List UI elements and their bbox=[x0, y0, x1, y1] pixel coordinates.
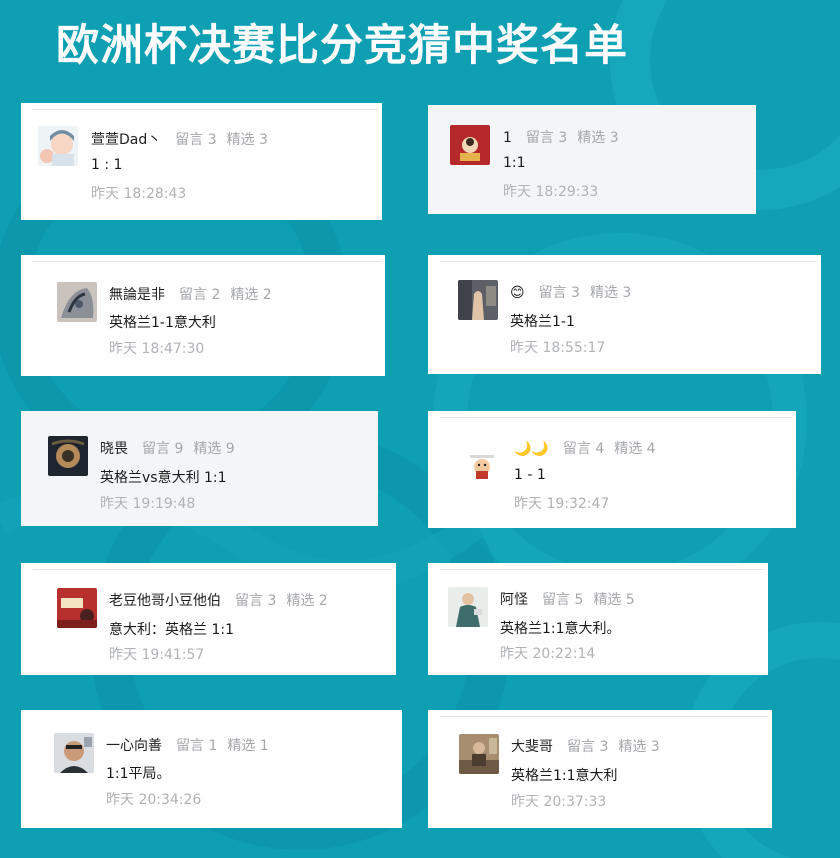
username: 一心向善 bbox=[106, 738, 162, 754]
timestamp: 昨天 20:37:33 bbox=[511, 794, 607, 810]
sticker-avatar bbox=[462, 447, 502, 487]
comment-text: 意大利：英格兰 1:1 bbox=[109, 622, 234, 638]
comment-text: 英格兰1-1 bbox=[510, 314, 575, 330]
username: 無論是非 bbox=[109, 287, 165, 303]
username: 1 bbox=[503, 130, 512, 146]
painting-avatar bbox=[48, 436, 88, 476]
winner-card: 1 留言 3 精选 3 1:1 昨天 18:29:33 bbox=[428, 105, 756, 214]
comment-count: 留言 4 bbox=[562, 441, 605, 457]
comment-text: 英格兰1:1意大利 bbox=[511, 768, 618, 784]
featured-count: 精选 4 bbox=[614, 441, 656, 457]
winner-card: 一心向善 留言 1 精选 1 1:1平局。 昨天 20:34:26 bbox=[21, 710, 402, 828]
username: 老豆他哥小豆他伯 bbox=[109, 593, 221, 609]
comment-count: 留言 3 bbox=[525, 130, 568, 146]
featured-count: 精选 1 bbox=[227, 738, 269, 754]
timestamp: 昨天 18:55:17 bbox=[510, 340, 606, 356]
username: 阿怪 bbox=[500, 592, 528, 608]
comment-text: 1 - 1 bbox=[514, 467, 546, 483]
comment-count: 留言 2 bbox=[179, 287, 221, 303]
username: 萱萱Dad丶 bbox=[91, 132, 162, 148]
comment-text: 英格兰1-1意大利 bbox=[109, 315, 216, 331]
tattoo-avatar bbox=[57, 282, 97, 322]
timestamp: 昨天 20:22:14 bbox=[500, 646, 596, 662]
comment-count: 留言 5 bbox=[542, 592, 584, 608]
username: 😊 bbox=[510, 285, 525, 301]
featured-count: 精选 3 bbox=[577, 130, 619, 146]
timestamp: 昨天 18:29:33 bbox=[503, 184, 599, 200]
comment-count: 留言 3 bbox=[175, 132, 217, 148]
poster-avatar bbox=[57, 588, 97, 628]
comment-count: 留言 3 bbox=[567, 739, 609, 755]
winner-card: 大斐哥 留言 3 精选 3 英格兰1:1意大利 昨天 20:37:33 bbox=[428, 710, 772, 828]
selfie-avatar bbox=[54, 733, 94, 773]
username: 🌙🌙 bbox=[514, 441, 549, 457]
comment-count: 留言 3 bbox=[235, 593, 277, 609]
winner-card: 晓畏 留言 9 精选 9 英格兰vs意大利 1:1 昨天 19:19:48 bbox=[21, 411, 378, 526]
comment-count: 留言 3 bbox=[538, 285, 580, 301]
timestamp: 昨天 19:19:48 bbox=[100, 496, 196, 512]
timestamp: 昨天 18:47:30 bbox=[109, 341, 205, 357]
comment-count: 留言 9 bbox=[142, 441, 184, 457]
featured-count: 精选 2 bbox=[230, 287, 272, 303]
hand-avatar bbox=[458, 280, 498, 320]
username: 晓畏 bbox=[100, 441, 128, 457]
cartoon-avatar bbox=[38, 126, 78, 166]
room-avatar bbox=[459, 734, 499, 774]
person-avatar bbox=[448, 587, 488, 627]
page-title: 欧洲杯决赛比分竞猜中奖名单 bbox=[56, 21, 628, 71]
winner-card: 😊 留言 3 精选 3 英格兰1-1 昨天 18:55:17 bbox=[428, 255, 821, 374]
winner-card: 無論是非 留言 2 精选 2 英格兰1-1意大利 昨天 18:47:30 bbox=[21, 255, 385, 376]
comment-text: 英格兰1:1意大利。 bbox=[500, 621, 621, 637]
comment-text: 1 : 1 bbox=[91, 157, 123, 173]
featured-count: 精选 9 bbox=[193, 441, 235, 457]
timestamp: 昨天 18:28:43 bbox=[91, 186, 187, 202]
timestamp: 昨天 19:41:57 bbox=[109, 647, 205, 663]
red-avatar bbox=[450, 125, 490, 165]
winner-card: 🌙🌙 留言 4 精选 4 1 - 1 昨天 19:32:47 bbox=[428, 411, 796, 528]
comment-text: 1:1平局。 bbox=[106, 766, 171, 782]
winner-card: 萱萱Dad丶 留言 3 精选 3 1 : 1 昨天 18:28:43 bbox=[21, 103, 382, 220]
featured-count: 精选 5 bbox=[593, 592, 635, 608]
timestamp: 昨天 20:34:26 bbox=[106, 792, 202, 808]
comment-count: 留言 1 bbox=[176, 738, 218, 754]
featured-count: 精选 3 bbox=[589, 285, 632, 301]
comment-text: 英格兰vs意大利 1:1 bbox=[100, 470, 227, 486]
winner-card: 老豆他哥小豆他伯 留言 3 精选 2 意大利：英格兰 1:1 昨天 19:41:57 bbox=[21, 563, 396, 675]
featured-count: 精选 3 bbox=[618, 739, 660, 755]
comment-text: 1:1 bbox=[503, 155, 526, 171]
winner-card: 阿怪 留言 5 精选 5 英格兰1:1意大利。 昨天 20:22:14 bbox=[428, 563, 768, 675]
featured-count: 精选 2 bbox=[286, 593, 328, 609]
timestamp: 昨天 19:32:47 bbox=[514, 496, 610, 512]
featured-count: 精选 3 bbox=[226, 132, 268, 148]
username: 大斐哥 bbox=[511, 739, 553, 755]
